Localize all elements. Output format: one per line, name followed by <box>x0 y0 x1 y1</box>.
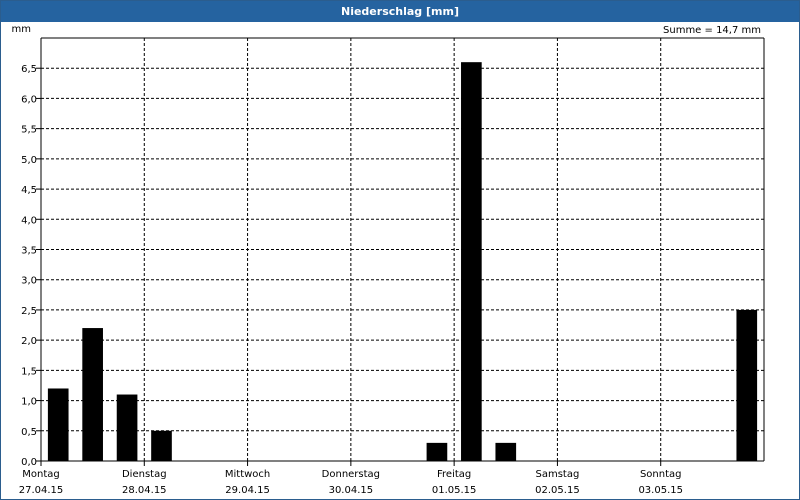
bar <box>736 309 758 461</box>
y-tick-label: 0,5 <box>21 427 37 438</box>
bar <box>495 442 517 461</box>
y-tick-label: 4,0 <box>21 215 37 226</box>
y-tick-label: 4,5 <box>21 185 37 196</box>
y-tick-label: 1,5 <box>21 366 37 377</box>
y-tick-label: 1,0 <box>21 397 37 408</box>
x-tick-label-date: 27.04.15 <box>19 485 64 496</box>
bar <box>47 388 69 461</box>
window-title: Niederschlag [mm] <box>1 1 799 22</box>
precipitation-chart: 0,0 0,5 1,0 1,5 2,0 2,5 3,0 3,5 4,0 4,5 5,0 5,5 6,0 6… <box>12 24 765 496</box>
x-tick-label-day: Samstag <box>536 469 580 480</box>
x-tick-label-date: 30.04.15 <box>329 485 374 496</box>
y-tick-label: 3,5 <box>21 246 37 257</box>
x-tick-label-date: 01.05.15 <box>432 485 477 496</box>
bar <box>151 430 172 461</box>
bar <box>116 394 138 461</box>
bars <box>47 62 758 462</box>
y-tick-label: 3,0 <box>21 276 37 287</box>
x-tick-label-day: Freitag <box>437 469 471 480</box>
x-tick-label-date: 29.04.15 <box>225 485 270 496</box>
y-axis-label: mm <box>12 24 31 35</box>
y-tick-label: 2,0 <box>21 336 37 347</box>
x-tick-label-date: 03.05.15 <box>638 485 683 496</box>
y-tick-label: 6,0 <box>21 94 37 105</box>
x-tick-label-date: 02.05.15 <box>535 485 580 496</box>
x-tick-label-day: Dienstag <box>122 469 167 480</box>
x-tick-label-day: Montag <box>22 469 59 480</box>
grid-lines <box>41 38 764 461</box>
bar <box>461 62 482 462</box>
x-tick-label-day: Mittwoch <box>225 469 270 480</box>
sum-annotation: Summe = 14,7 mm <box>663 25 761 36</box>
x-tick-label-day: Donnerstag <box>322 469 380 480</box>
y-tick-label: 0,0 <box>21 457 37 468</box>
bar <box>82 328 103 461</box>
x-tick-label-day: Sonntag <box>640 469 682 480</box>
y-tick-label: 6,5 <box>21 64 37 75</box>
y-tick-label: 5,0 <box>21 155 37 166</box>
bar <box>426 442 448 461</box>
x-tick-label-date: 28.04.15 <box>122 485 167 496</box>
y-tick-label: 2,5 <box>21 306 37 317</box>
axes <box>36 37 765 466</box>
y-tick-label: 5,5 <box>21 125 37 136</box>
